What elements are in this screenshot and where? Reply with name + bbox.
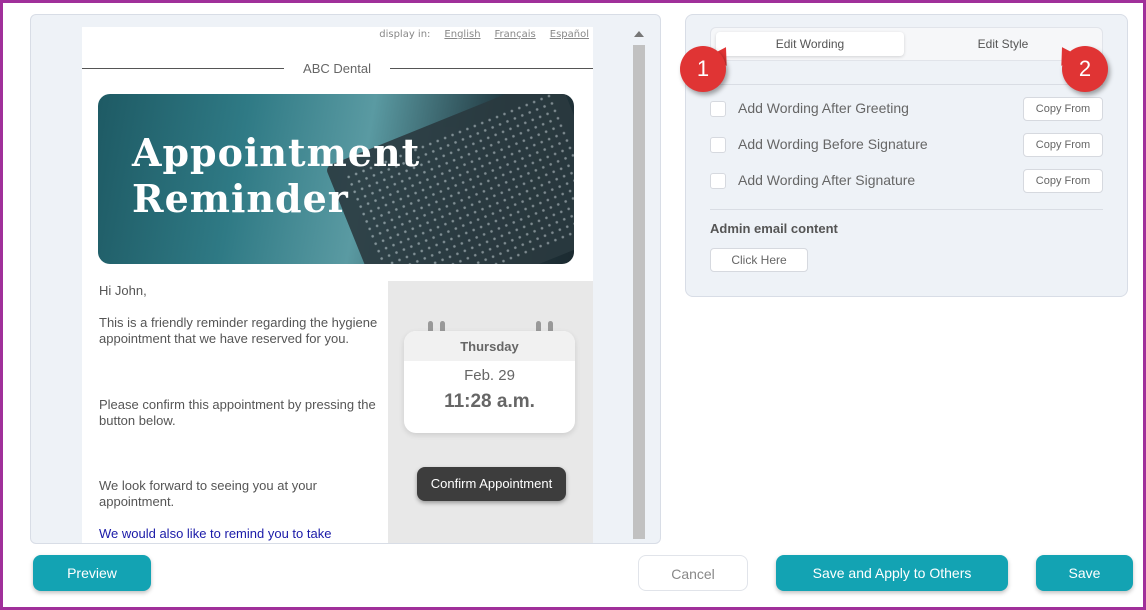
option-after-signature: Add Wording After Signature Copy From bbox=[710, 169, 1103, 193]
additional-paragraph: We would also like to remind you to take bbox=[99, 526, 332, 541]
option-label: Add Wording Before Signature bbox=[738, 136, 928, 152]
language-french-link[interactable]: Français bbox=[495, 29, 536, 40]
save-and-apply-button[interactable]: Save and Apply to Others bbox=[776, 555, 1008, 591]
divider bbox=[710, 84, 1103, 85]
after-greeting-checkbox[interactable] bbox=[710, 101, 726, 117]
option-label: Add Wording After Greeting bbox=[738, 100, 909, 116]
confirm-appointment-button[interactable]: Confirm Appointment bbox=[417, 467, 566, 501]
confirm-instructions: Please confirm this appointment by press… bbox=[99, 397, 376, 428]
option-after-greeting: Add Wording After Greeting Copy From bbox=[710, 97, 1103, 121]
brand-header: ABC Dental bbox=[82, 61, 593, 77]
copy-from-button[interactable]: Copy From bbox=[1023, 133, 1103, 157]
closing-paragraph: We look forward to seeing you at your ap… bbox=[99, 478, 317, 509]
cancel-button[interactable]: Cancel bbox=[638, 555, 748, 591]
admin-email-label: Admin email content bbox=[710, 221, 838, 236]
brand-name: ABC Dental bbox=[303, 61, 371, 76]
tab-edit-wording[interactable]: Edit Wording bbox=[716, 32, 904, 56]
banner-title: Appointment Reminder bbox=[132, 130, 420, 222]
language-spanish-link[interactable]: Español bbox=[550, 29, 589, 40]
preview-button[interactable]: Preview bbox=[33, 555, 151, 591]
scroll-up-arrow-icon[interactable] bbox=[634, 31, 644, 37]
banner-title-line1: Appointment bbox=[132, 130, 421, 175]
language-english-link[interactable]: English bbox=[444, 29, 480, 40]
reminder-paragraph: This is a friendly reminder regarding th… bbox=[99, 315, 378, 346]
before-signature-checkbox[interactable] bbox=[710, 137, 726, 153]
save-button[interactable]: Save bbox=[1036, 555, 1133, 591]
callout-marker-1: 1 bbox=[680, 46, 726, 92]
greeting-text: Hi John, bbox=[99, 283, 147, 298]
copy-from-button[interactable]: Copy From bbox=[1023, 169, 1103, 193]
preview-scrollbar[interactable] bbox=[631, 29, 647, 539]
option-before-signature: Add Wording Before Signature Copy From bbox=[710, 133, 1103, 157]
appointment-details: Thursday Feb. 29 11:28 a.m. Confirm Appo… bbox=[388, 281, 593, 543]
admin-click-here-button[interactable]: Click Here bbox=[710, 248, 808, 272]
language-switcher: display in: English Français Español bbox=[379, 29, 589, 40]
divider bbox=[390, 68, 593, 69]
calendar-date: Feb. 29 bbox=[464, 367, 515, 384]
settings-tabs: Edit Wording Edit Style bbox=[710, 27, 1103, 61]
option-label: Add Wording After Signature bbox=[738, 172, 916, 188]
language-label: display in: bbox=[379, 29, 431, 40]
appointment-banner: Appointment Reminder bbox=[98, 94, 574, 264]
divider bbox=[82, 68, 284, 69]
calendar-card: Thursday Feb. 29 11:28 a.m. bbox=[404, 331, 575, 433]
calendar-time: 11:28 a.m. bbox=[444, 391, 535, 412]
scrollbar-thumb[interactable] bbox=[633, 45, 645, 539]
banner-title-line2: Reminder bbox=[132, 176, 349, 221]
email-preview-panel: display in: English Français Español ABC… bbox=[30, 14, 661, 544]
callout-marker-2: 2 bbox=[1062, 46, 1108, 92]
copy-from-button[interactable]: Copy From bbox=[1023, 97, 1103, 121]
divider bbox=[710, 209, 1103, 210]
after-signature-checkbox[interactable] bbox=[710, 173, 726, 189]
calendar-day: Thursday bbox=[404, 331, 575, 361]
email-preview: display in: English Français Español ABC… bbox=[82, 27, 593, 543]
